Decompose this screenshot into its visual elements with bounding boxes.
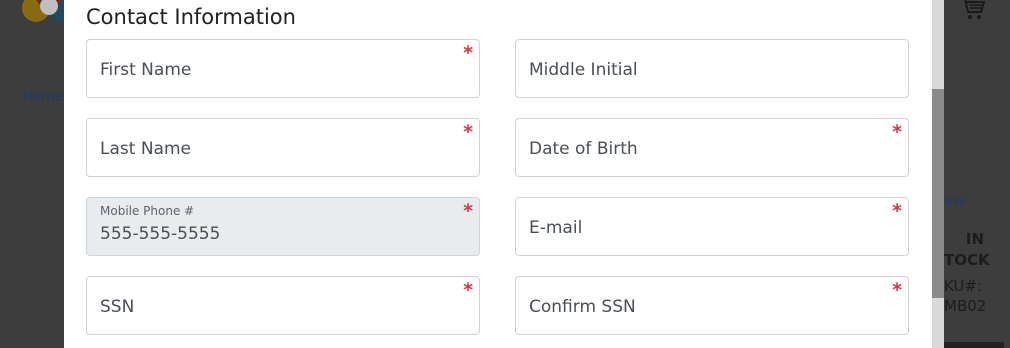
required-marker: *: [463, 279, 473, 301]
first-name-placeholder: First Name: [100, 60, 192, 80]
middle-initial-placeholder: Middle Initial: [529, 60, 638, 80]
date-of-birth-placeholder: Date of Birth: [529, 139, 638, 159]
required-marker: *: [463, 121, 473, 143]
required-marker: *: [892, 200, 902, 222]
mobile-phone-field[interactable]: Mobile Phone # 555-555-5555 *: [86, 197, 480, 256]
required-marker: *: [463, 42, 473, 64]
sku-label: KU#:: [944, 277, 983, 295]
background-footer-bar: [944, 342, 1004, 348]
modal-title: Contact Information: [86, 5, 296, 29]
last-name-placeholder: Last Name: [100, 139, 191, 159]
scrollbar-thumb[interactable]: [932, 89, 944, 298]
background-link: ew: [944, 192, 966, 210]
sku-value: MB02: [944, 297, 987, 315]
last-name-field[interactable]: Last Name *: [86, 118, 480, 177]
required-marker: *: [892, 121, 902, 143]
ssn-placeholder: SSN: [100, 297, 135, 317]
breadcrumb-home: Home: [22, 89, 64, 105]
ssn-field[interactable]: SSN *: [86, 276, 480, 335]
stock-status-line2: TOCK: [944, 251, 990, 269]
stock-status-line1: IN: [965, 230, 984, 248]
mobile-phone-value: 555-555-5555: [100, 224, 221, 244]
email-field[interactable]: E-mail *: [515, 197, 909, 256]
required-marker: *: [463, 200, 473, 222]
date-of-birth-field[interactable]: Date of Birth *: [515, 118, 909, 177]
cart-icon: [960, 0, 986, 19]
email-placeholder: E-mail: [529, 218, 583, 238]
mobile-phone-label: Mobile Phone #: [100, 204, 195, 218]
confirm-ssn-field[interactable]: Confirm SSN *: [515, 276, 909, 335]
required-marker: *: [892, 279, 902, 301]
first-name-field[interactable]: First Name *: [86, 39, 480, 98]
confirm-ssn-placeholder: Confirm SSN: [529, 297, 636, 317]
contact-info-modal: Contact Information First Name * Middle …: [64, 0, 932, 348]
middle-initial-field[interactable]: Middle Initial: [515, 39, 909, 98]
